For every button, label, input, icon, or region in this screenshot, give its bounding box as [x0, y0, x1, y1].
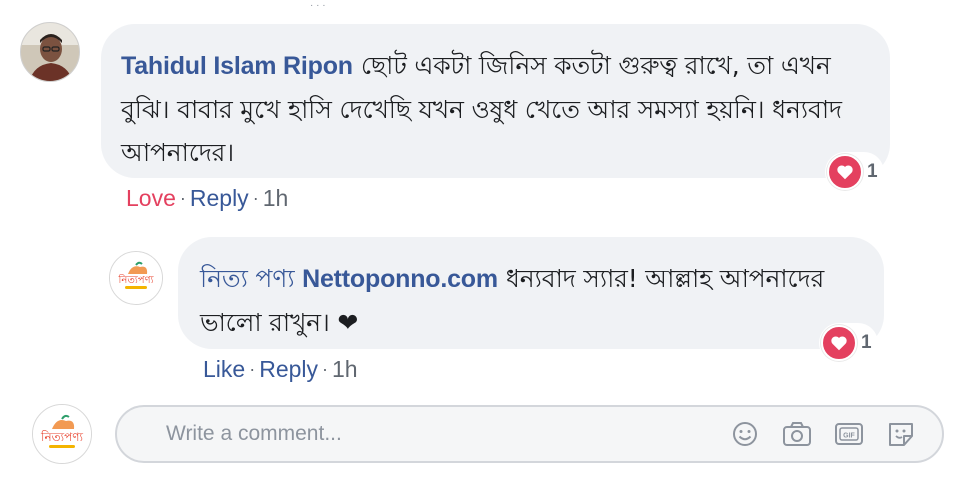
nettoponno-logo-icon: নিত্যপণ্য: [33, 405, 91, 463]
reply-body: নিত্য পণ্য Nettoponno.com ধন্যবাদ স্যার! …: [200, 257, 864, 344]
like-button[interactable]: Like: [203, 356, 245, 383]
page-name-bengali[interactable]: নিত্য পণ্য: [200, 264, 295, 293]
comment-timestamp[interactable]: 1h: [263, 185, 289, 212]
svg-text:নিত্যপণ্য: নিত্যপণ্য: [40, 430, 83, 444]
svg-text:নিত্যপণ্য: নিত্যপণ্য: [118, 274, 155, 286]
page-avatar[interactable]: নিত্যপণ্য: [109, 251, 163, 305]
comment-body: Tahidul Islam Ripon ছোট একটা জিনিস কতটা গ…: [121, 44, 868, 174]
comment-input[interactable]: [164, 421, 688, 447]
separator-dot: ·: [179, 188, 186, 208]
camera-icon[interactable]: [780, 416, 814, 452]
reaction-count: 1: [861, 332, 872, 353]
person-photo-icon: [21, 23, 79, 81]
nettoponno-logo-icon: নিত্যপণ্য: [110, 252, 162, 304]
sticker-icon[interactable]: [884, 416, 918, 452]
reply-text: ধন্যবাদ স্যার! আল্লাহ আপনাদের ভালো রাখুন…: [200, 264, 824, 337]
separator-dot: ·: [252, 188, 259, 208]
commenter-avatar[interactable]: [20, 22, 80, 82]
heart-reaction-icon: [821, 325, 857, 361]
separator-dot: ·: [249, 359, 256, 379]
reply-button[interactable]: Reply: [259, 356, 318, 383]
heart-reaction-icon: [827, 154, 863, 190]
reply-timestamp[interactable]: 1h: [332, 356, 358, 383]
reaction-count: 1: [867, 161, 878, 182]
comment-bubble: Tahidul Islam Ripon ছোট একটা জিনিস কতটা গ…: [101, 24, 890, 178]
emoji-icon[interactable]: [728, 416, 762, 452]
separator-dot: ·: [322, 359, 329, 379]
reaction-summary[interactable]: 1: [819, 323, 878, 363]
gif-icon[interactable]: GIF: [832, 416, 866, 452]
comment-composer: GIF: [115, 405, 944, 463]
composer-icons: GIF: [728, 416, 918, 452]
reply-actions: Like · Reply · 1h: [203, 356, 358, 383]
current-user-avatar[interactable]: নিত্যপণ্য: [32, 404, 92, 464]
comment-actions: Love · Reply · 1h: [126, 185, 288, 212]
reply-bubble: নিত্য পণ্য Nettoponno.com ধন্যবাদ স্যার! …: [178, 237, 884, 349]
top-ellipsis: · · ·: [310, 0, 326, 11]
reaction-summary[interactable]: 1: [825, 152, 884, 192]
love-button[interactable]: Love: [126, 185, 176, 212]
comment-author-link[interactable]: Tahidul Islam Ripon: [121, 52, 353, 80]
page-author-link[interactable]: Nettoponno.com: [302, 265, 498, 293]
reply-button[interactable]: Reply: [190, 185, 249, 212]
svg-text:GIF: GIF: [843, 433, 855, 440]
